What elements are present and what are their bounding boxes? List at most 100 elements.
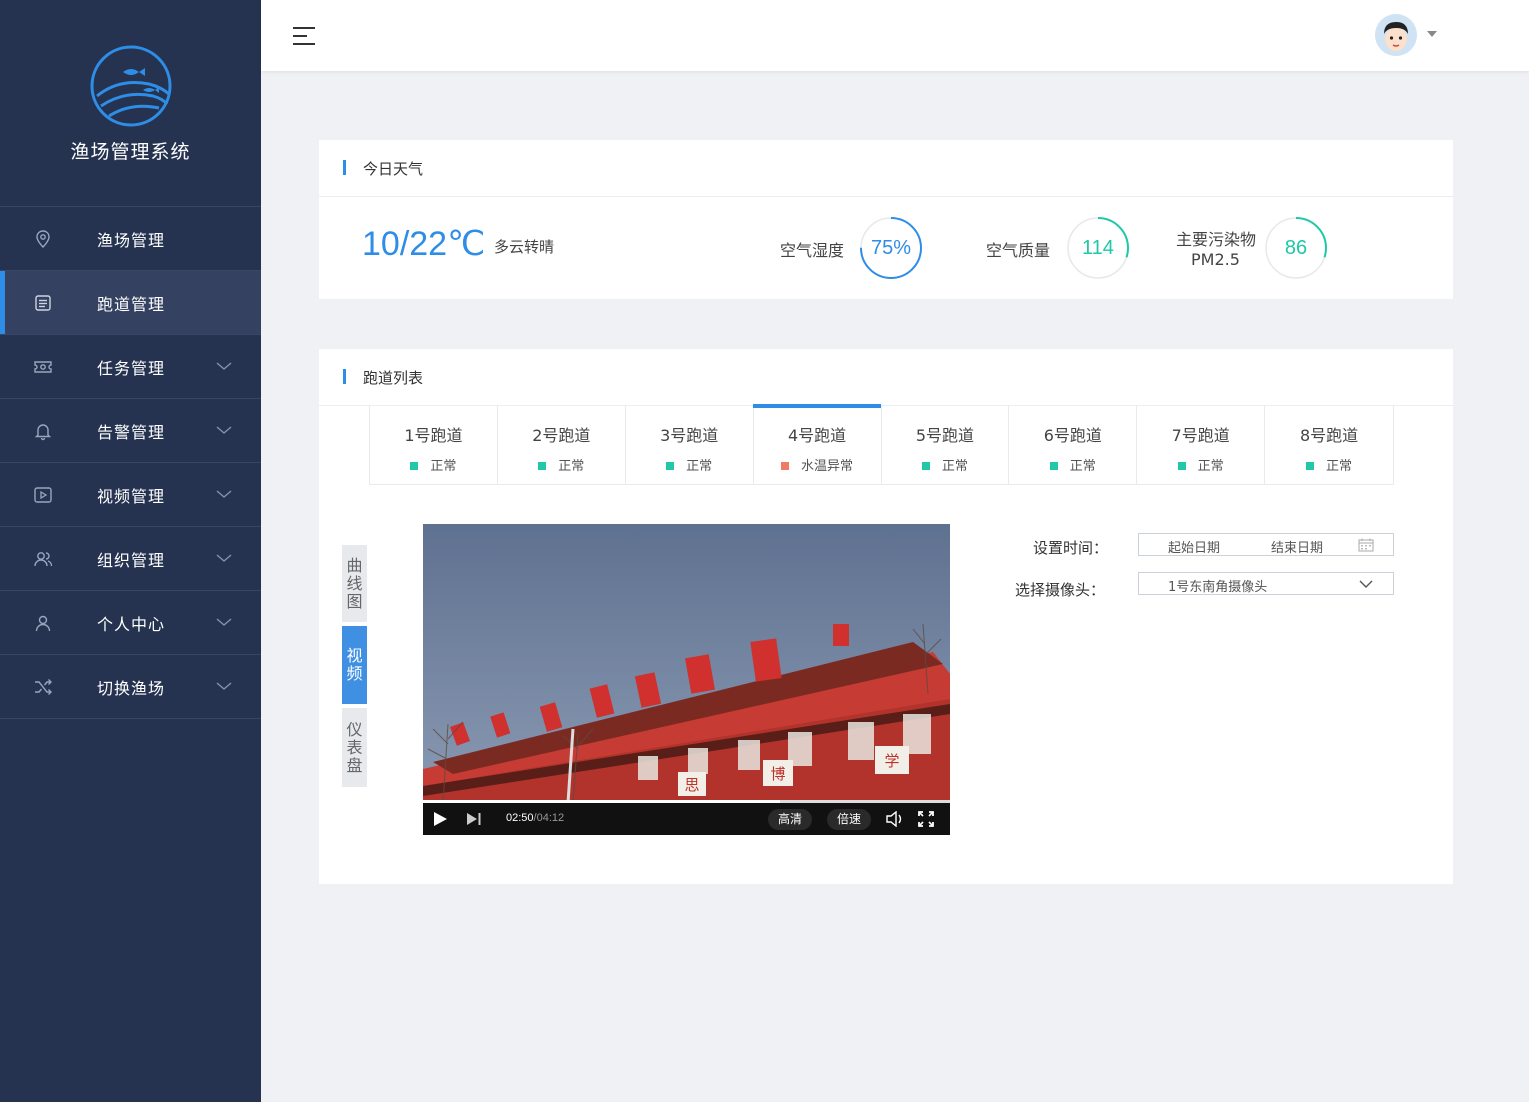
lane-name: 4号跑道	[787, 426, 847, 445]
camera-select[interactable]: 1号东南角摄像头	[1138, 572, 1394, 595]
view-tab-char: 盘	[346, 755, 363, 775]
tab-lane-8[interactable]: 8号跑道 正常	[1265, 405, 1393, 485]
view-tab-char: 仪	[346, 719, 363, 739]
header-accent-bar	[343, 160, 346, 175]
lanes-panel: 跑道列表 1号跑道 正常 2号跑道 正常 3号跑道 正常 4号跑道 水温异常 5…	[319, 349, 1453, 884]
fullscreen-icon[interactable]	[918, 811, 934, 827]
lane-status-text: 正常	[686, 459, 713, 474]
lane-status-text: 水温异常	[801, 459, 854, 474]
start-date-input[interactable]: 起始日期	[1168, 537, 1220, 556]
sidebar-item-organization[interactable]: 组织管理	[0, 527, 261, 591]
header-accent-bar	[343, 369, 346, 384]
status-dot	[1177, 462, 1186, 470]
sidebar: 渔场管理系统 渔场管理 跑道管理 任务管理 告警管理 视频管理 组织管理 个人中…	[0, 0, 261, 1102]
camera-select-value: 1号东南角摄像头	[1168, 580, 1268, 595]
volume-icon[interactable]	[886, 811, 904, 827]
lane-status-text: 正常	[430, 459, 457, 474]
date-range-picker[interactable]: 起始日期 结束日期	[1138, 533, 1394, 556]
tab-lane-4[interactable]: 4号跑道 水温异常	[752, 404, 882, 485]
tab-lane-6[interactable]: 6号跑道 正常	[1009, 405, 1138, 485]
topbar	[261, 0, 1529, 71]
sidebar-item-label: 跑道管理	[97, 294, 166, 314]
users-icon	[34, 551, 53, 566]
location-pin-icon	[36, 229, 50, 248]
camera-label: 选择摄像头：	[1015, 581, 1106, 599]
view-tab-char: 线	[346, 573, 363, 593]
tab-lane-1[interactable]: 1号跑道 正常	[370, 405, 498, 485]
tab-lane-2[interactable]: 2号跑道 正常	[498, 405, 626, 485]
lane-status: 正常	[626, 455, 753, 474]
chevron-down-icon	[216, 425, 232, 434]
view-tab-char: 曲	[346, 555, 363, 575]
lane-status: 正常	[1137, 455, 1264, 474]
ticket-icon	[34, 360, 52, 373]
avatar[interactable]	[1375, 14, 1417, 56]
chevron-down-icon	[216, 553, 232, 562]
menu-toggle-icon[interactable]	[293, 27, 315, 45]
caret-down-icon[interactable]	[1427, 31, 1437, 37]
sidebar-item-tasks[interactable]: 任务管理	[0, 335, 261, 399]
time-display: 02:50/04:12	[506, 812, 564, 824]
lane-name: 8号跑道	[1299, 426, 1359, 445]
pollutant-sub: PM2.5	[1191, 250, 1240, 269]
calendar-icon[interactable]	[1358, 538, 1374, 552]
next-icon[interactable]	[466, 812, 482, 826]
air-quality-label: 空气质量	[986, 241, 1051, 260]
tab-lane-5[interactable]: 5号跑道 正常	[882, 405, 1010, 485]
tab-lane-7[interactable]: 7号跑道 正常	[1137, 405, 1266, 485]
user-icon	[35, 615, 51, 631]
sidebar-item-switch-fishery[interactable]: 切换渔场	[0, 655, 261, 719]
sidebar-item-profile[interactable]: 个人中心	[0, 591, 261, 655]
lane-status-text: 正常	[1069, 459, 1096, 474]
chevron-down-icon	[1359, 580, 1373, 588]
lane-status-text: 正常	[558, 459, 585, 474]
view-tab-curve[interactable]: 曲线图	[342, 545, 367, 622]
status-dot	[781, 462, 790, 470]
lanes-title: 跑道列表	[363, 369, 424, 387]
view-tab-char: 图	[346, 591, 363, 611]
status-dot	[1049, 462, 1058, 470]
tab-lane-3[interactable]: 3号跑道 正常	[626, 405, 754, 485]
logo-area: 渔场管理系统	[0, 0, 261, 207]
sidebar-item-alarms[interactable]: 告警管理	[0, 399, 261, 463]
chevron-down-icon	[216, 489, 232, 498]
sidebar-item-lanes[interactable]: 跑道管理	[0, 271, 261, 335]
scene-char: 学	[884, 752, 899, 770]
sidebar-nav: 渔场管理 跑道管理 任务管理 告警管理 视频管理 组织管理 个人中心 切换渔场	[0, 207, 261, 719]
bell-icon	[34, 423, 52, 440]
fishery-logo-icon	[90, 45, 172, 127]
view-tab-label: 视频	[346, 647, 362, 683]
view-tab-dashboard[interactable]: 仪表盘	[342, 708, 367, 787]
sidebar-item-label: 视频管理	[97, 486, 166, 506]
speed-button[interactable]: 倍速	[827, 809, 872, 830]
video-player[interactable]: 思 博 学 02:50/04:12 高清 倍速	[423, 524, 950, 835]
lane-name: 3号跑道	[660, 426, 719, 445]
weather-panel: 今日天气 10/22℃ 多云转晴 空气湿度 75% 空气质量 114 主要污染物…	[319, 140, 1453, 299]
panel-header: 跑道列表	[319, 349, 1453, 406]
chevron-down-icon	[216, 681, 232, 690]
view-tab-video[interactable]: 视频	[342, 626, 367, 704]
lane-status-text: 正常	[1197, 459, 1224, 474]
pollutant-value: 86	[1284, 237, 1308, 259]
humidity-value: 75%	[870, 237, 912, 259]
video-frame: 思 博 学	[423, 524, 950, 804]
lane-status-text: 正常	[1326, 459, 1353, 474]
sidebar-item-fishery[interactable]: 渔场管理	[0, 207, 261, 271]
lane-status: 水温异常	[754, 455, 881, 474]
panel-header: 今日天气	[319, 140, 1453, 197]
scene-char: 博	[770, 765, 785, 783]
weather-description: 多云转晴	[494, 238, 555, 256]
end-date-input[interactable]: 结束日期	[1271, 537, 1323, 556]
pollutant-label: 主要污染物	[1176, 230, 1257, 249]
scene-char: 思	[684, 776, 699, 794]
sidebar-item-video[interactable]: 视频管理	[0, 463, 261, 527]
chevron-down-icon	[216, 361, 232, 370]
lane-name: 1号跑道	[404, 426, 463, 445]
sidebar-item-label: 组织管理	[97, 550, 166, 570]
play-icon[interactable]	[432, 811, 448, 827]
sidebar-item-label: 切换渔场	[97, 678, 166, 698]
weather-title: 今日天气	[363, 160, 424, 178]
status-dot	[666, 462, 675, 470]
lane-name: 7号跑道	[1171, 426, 1230, 445]
quality-button[interactable]: 高清	[768, 809, 813, 830]
